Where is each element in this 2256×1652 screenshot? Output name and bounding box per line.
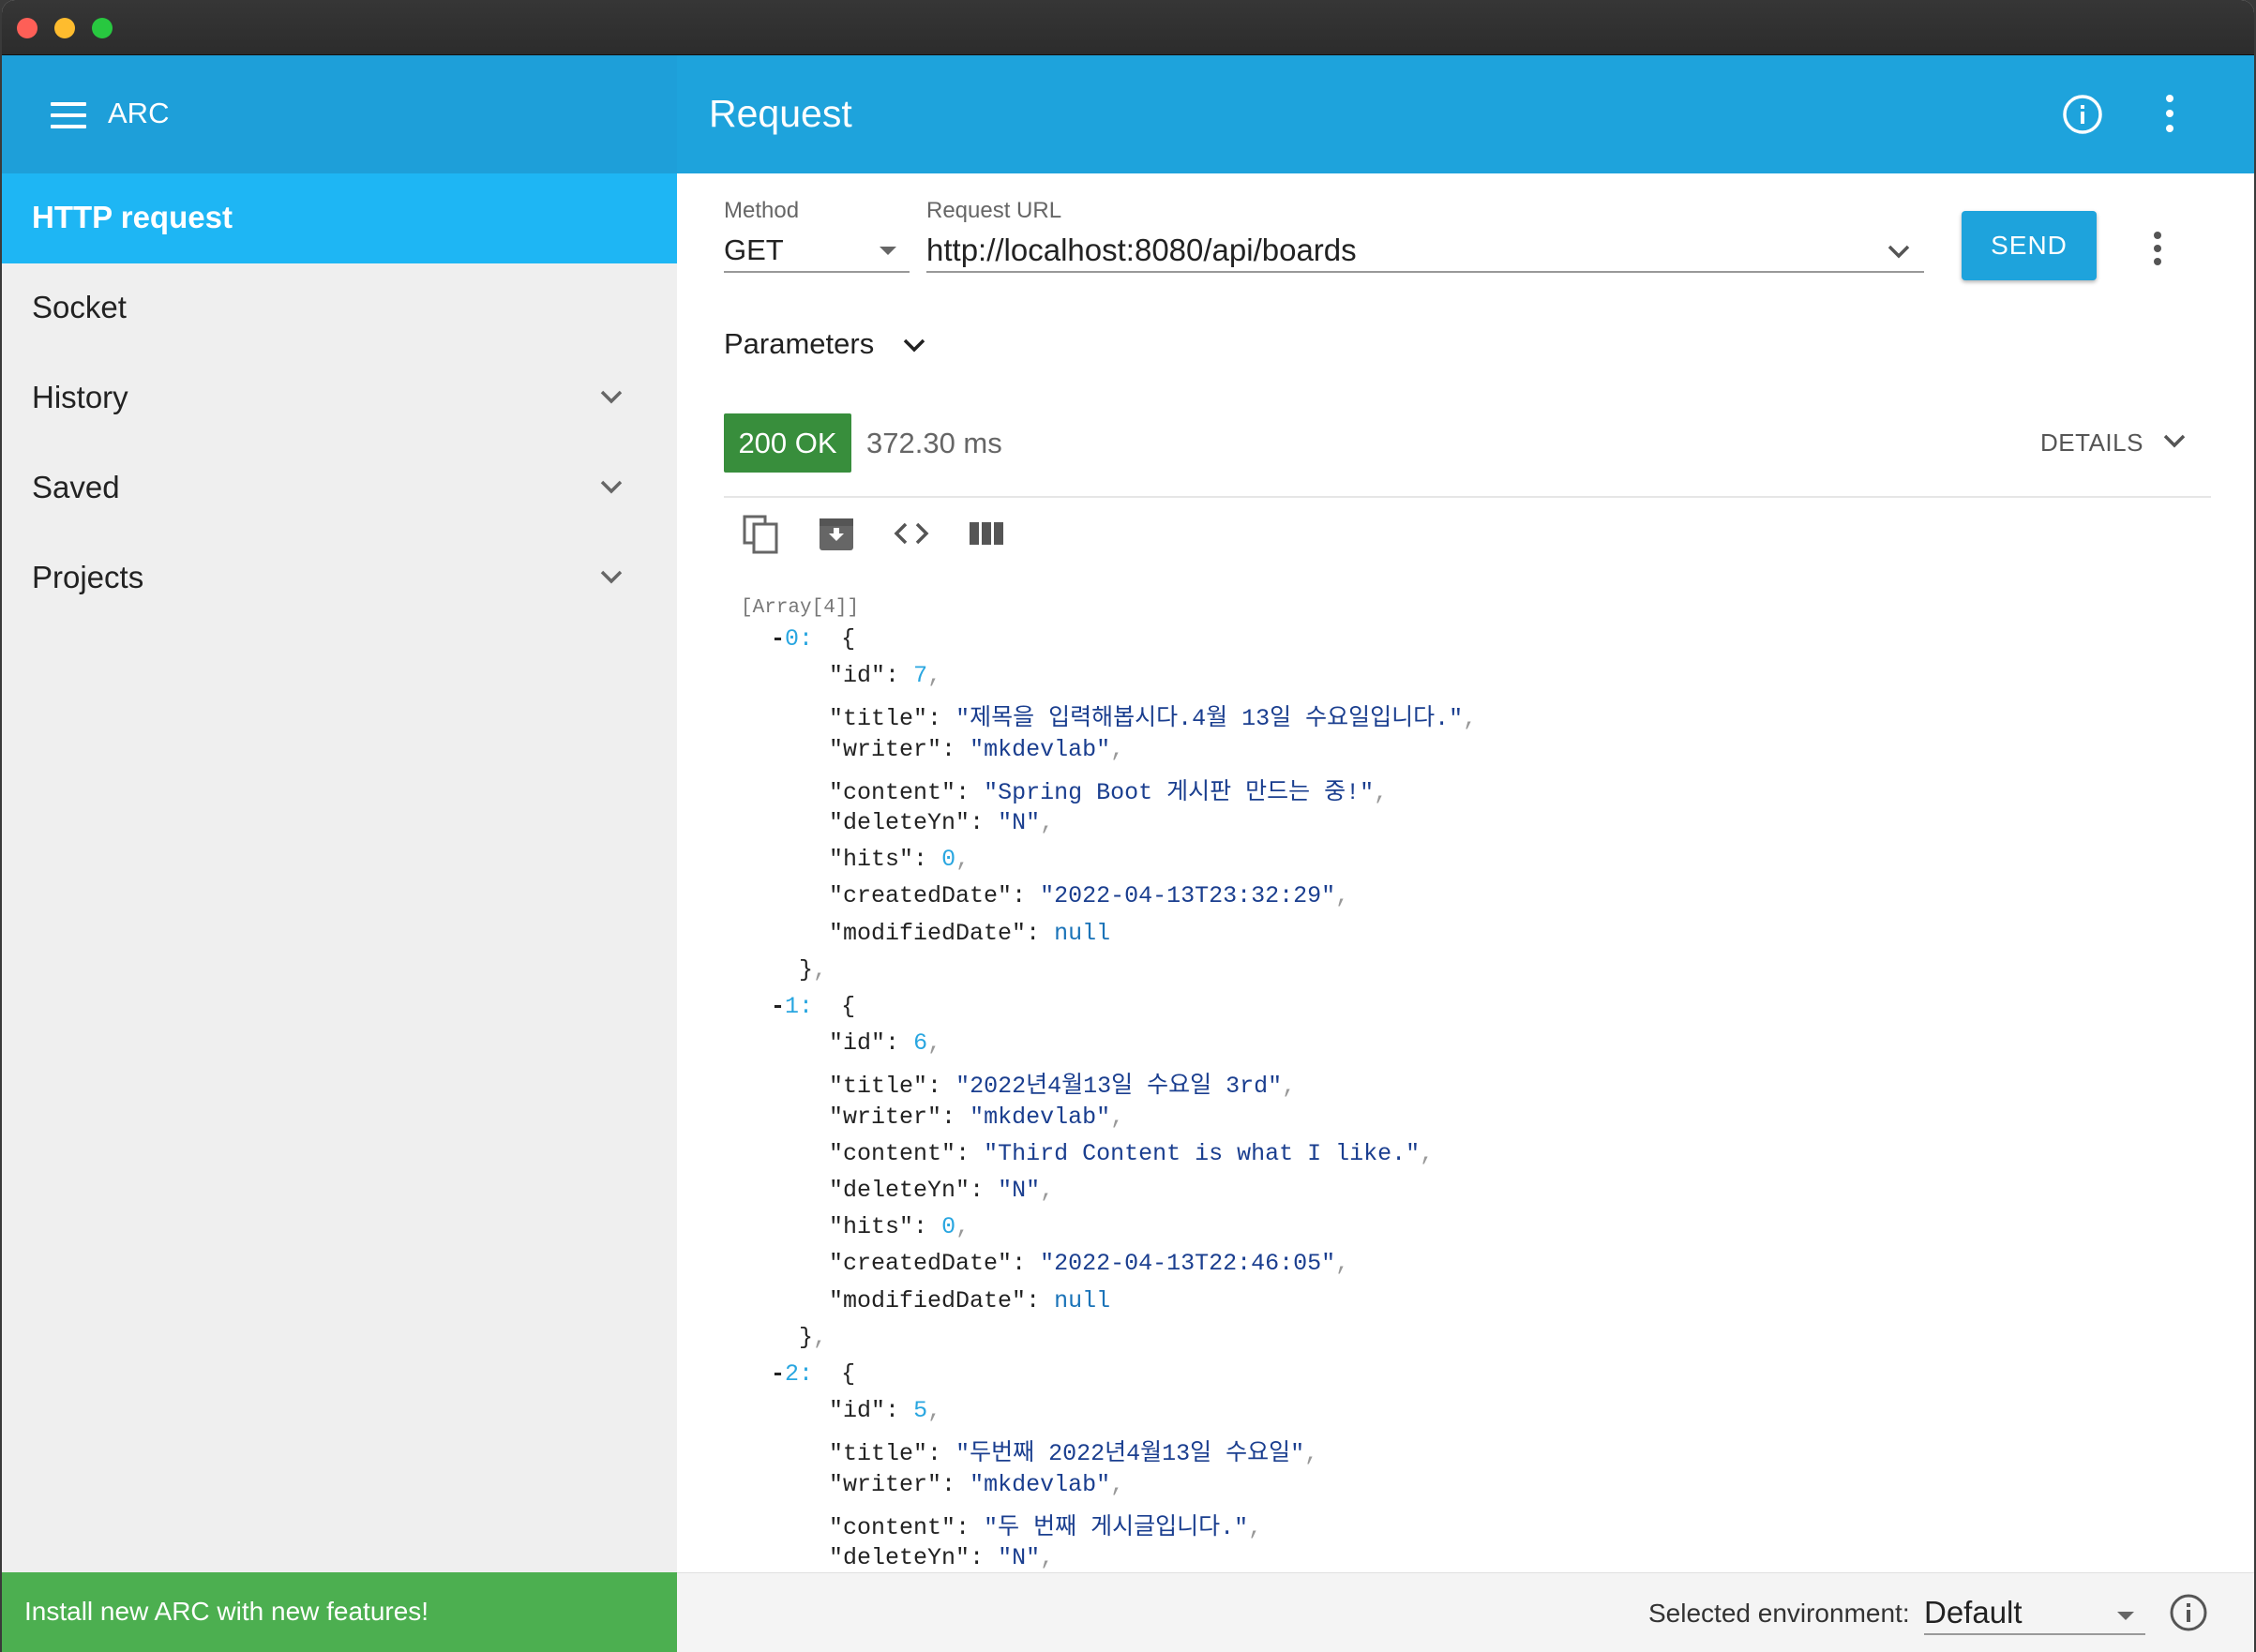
divider xyxy=(724,496,2211,498)
json-object-close: }, xyxy=(799,955,828,984)
app-name: ARC xyxy=(108,97,170,129)
install-banner[interactable]: Install new ARC with new features! xyxy=(2,1572,677,1652)
json-field: "hits": 0, xyxy=(829,1213,970,1241)
app-window: ARC Request HTTP request Socket History … xyxy=(2,0,2254,1652)
sidebar-item-label: History xyxy=(32,380,128,414)
save-icon[interactable] xyxy=(816,513,857,554)
json-array-item: -2: { xyxy=(771,1360,856,1388)
json-field: "content": "Third Content is what I like… xyxy=(829,1139,1435,1167)
json-field: "content": "두 번째 게시글입니다.", xyxy=(829,1513,1263,1541)
json-field: "content": "Spring Boot 게시판 만드는 중!", xyxy=(829,778,1389,806)
json-array-item: -0: { xyxy=(771,625,856,653)
json-field: "createdDate": "2022-04-13T22:46:05", xyxy=(829,1250,1350,1278)
maximize-window-button[interactable] xyxy=(92,18,113,38)
dropdown-arrow-icon xyxy=(880,247,896,255)
details-label: DETAILS xyxy=(2040,428,2143,457)
parameters-toggle[interactable]: Parameters xyxy=(724,327,925,361)
collapse-toggle[interactable]: - xyxy=(771,1360,785,1388)
chevron-down-icon xyxy=(600,570,623,584)
json-array-item: -1: { xyxy=(771,993,856,1020)
json-field: "writer": "mkdevlab", xyxy=(829,1103,1125,1131)
json-field: "deleteYn": "N", xyxy=(829,1177,1055,1204)
top-app-bar: Request xyxy=(677,55,2254,173)
more-options-icon[interactable] xyxy=(2164,95,2175,134)
environment-select[interactable]: Default xyxy=(1924,1595,2023,1630)
code-icon[interactable] xyxy=(891,513,932,554)
url-input[interactable]: http://localhost:8080/api/boards xyxy=(926,233,1357,268)
json-field: "hits": 0, xyxy=(829,846,970,874)
json-object-close: }, xyxy=(799,1323,828,1351)
copy-icon[interactable] xyxy=(741,513,782,554)
chevron-down-icon xyxy=(600,390,623,404)
close-window-button[interactable] xyxy=(17,18,38,38)
json-field: "title": "제목을 입력해봅시다.4월 13일 수요일입니다.", xyxy=(829,705,1478,733)
request-panel: Method GET Request URL http://localhost:… xyxy=(677,173,2254,1608)
drawer-header: ARC xyxy=(2,55,677,173)
sidebar-item-socket[interactable]: Socket xyxy=(2,263,677,353)
dropdown-arrow-icon xyxy=(2117,1612,2134,1620)
send-button[interactable]: SEND xyxy=(1962,211,2097,280)
chevron-down-icon xyxy=(903,338,925,353)
collapse-toggle[interactable]: - xyxy=(771,993,785,1020)
install-banner-text: Install new ARC with new features! xyxy=(24,1597,429,1626)
sidebar-item-label: Socket xyxy=(32,290,127,324)
method-label: Method xyxy=(724,198,800,223)
method-select[interactable]: GET xyxy=(724,233,784,267)
sidebar: HTTP request Socket History Saved Projec… xyxy=(2,173,677,1572)
url-underline xyxy=(926,271,1924,273)
json-field: "deleteYn": "N", xyxy=(829,1544,1055,1571)
sidebar-item-http-request[interactable]: HTTP request xyxy=(2,173,677,263)
sidebar-item-label: HTTP request xyxy=(32,200,233,234)
details-toggle[interactable]: DETAILS xyxy=(2040,428,2186,458)
hamburger-menu-icon[interactable] xyxy=(51,102,86,128)
chevron-down-icon xyxy=(600,480,623,494)
chevron-down-icon[interactable] xyxy=(1887,243,1911,260)
environment-label: Selected environment: xyxy=(1648,1599,1910,1628)
columns-icon[interactable] xyxy=(966,513,1007,554)
json-field: "id": 7, xyxy=(829,662,942,690)
array-type-label: [Array[4]] xyxy=(741,597,860,619)
status-badge: 200 OK xyxy=(724,413,851,473)
parameters-label: Parameters xyxy=(724,327,875,360)
sidebar-item-label: Saved xyxy=(32,470,120,504)
json-field: "id": 5, xyxy=(829,1397,942,1425)
json-field: "id": 6, xyxy=(829,1029,942,1058)
json-field: "writer": "mkdevlab", xyxy=(829,735,1125,763)
method-underline xyxy=(724,271,910,273)
response-time: 372.30 ms xyxy=(866,427,1002,459)
sidebar-item-saved[interactable]: Saved xyxy=(2,443,677,533)
info-icon[interactable] xyxy=(2061,93,2104,136)
request-options-icon[interactable] xyxy=(2152,232,2163,269)
info-icon[interactable] xyxy=(2168,1592,2209,1633)
bottom-bar: Selected environment: Default xyxy=(677,1572,2254,1652)
json-field: "title": "두번째 2022년4월13일 수요일", xyxy=(829,1440,1319,1468)
json-field: "deleteYn": "N", xyxy=(829,809,1055,836)
collapse-toggle[interactable]: - xyxy=(771,625,785,653)
minimize-window-button[interactable] xyxy=(54,18,75,38)
sidebar-item-projects[interactable]: Projects xyxy=(2,533,677,623)
environment-underline xyxy=(1924,1633,2145,1635)
json-field: "title": "2022년4월13일 수요일 3rd", xyxy=(829,1073,1297,1101)
title-bar xyxy=(2,0,2254,55)
json-field: "writer": "mkdevlab", xyxy=(829,1470,1125,1498)
json-field: "createdDate": "2022-04-13T23:32:29", xyxy=(829,882,1350,910)
page-title: Request xyxy=(709,92,852,135)
json-field: "modifiedDate": null xyxy=(829,919,1111,947)
url-label: Request URL xyxy=(926,198,1062,223)
chevron-down-icon xyxy=(2163,434,2186,448)
sidebar-item-label: Projects xyxy=(32,560,144,594)
json-field: "modifiedDate": null xyxy=(829,1286,1111,1314)
sidebar-item-history[interactable]: History xyxy=(2,353,677,443)
